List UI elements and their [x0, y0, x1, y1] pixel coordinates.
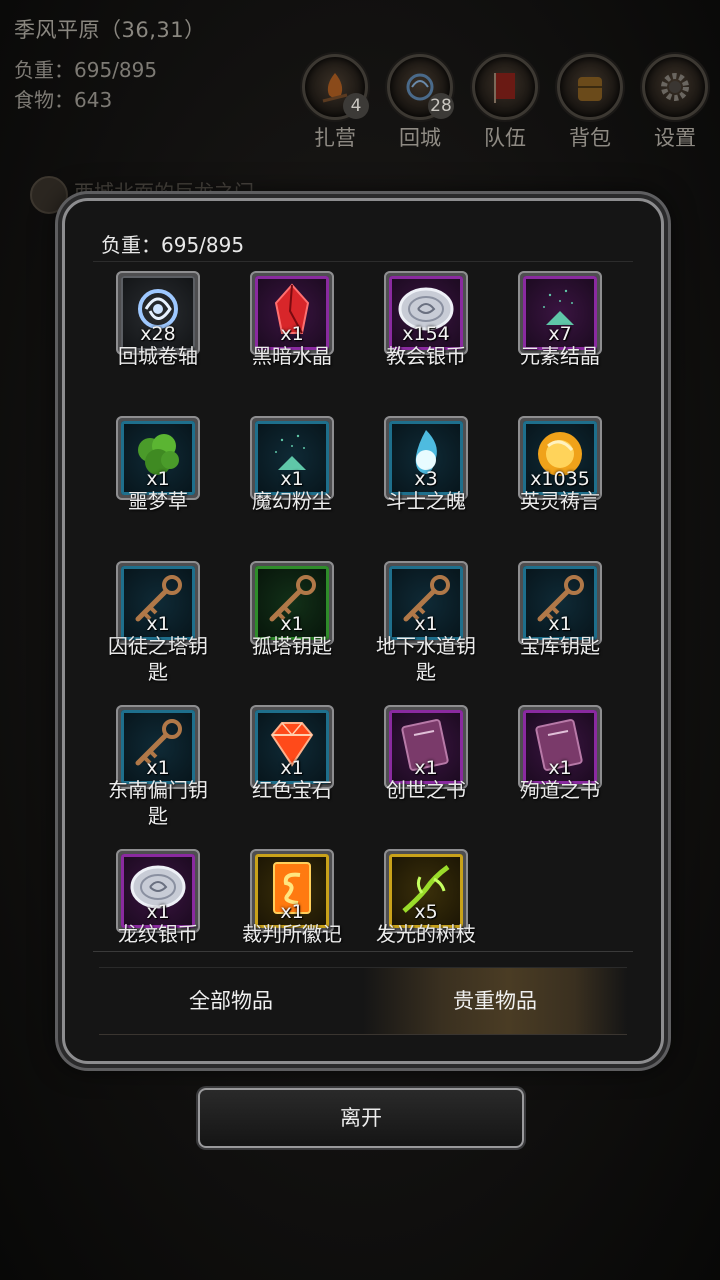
- hud-button-2[interactable]: 队伍: [472, 54, 538, 150]
- quest-icon: [30, 176, 68, 214]
- item-name: 红色宝石: [252, 778, 332, 802]
- game-screen: 季风平原（36,31） 负重：695/895 食物：643 4 扎营 28 回城 队伍 背…: [0, 0, 720, 1280]
- tab-all-items[interactable]: 全部物品: [99, 968, 363, 1034]
- item-name: 元素结晶: [520, 344, 600, 368]
- backpack-icon: [557, 54, 623, 120]
- item-name: 囚徒之塔钥匙: [108, 634, 208, 684]
- count-badge: 28: [428, 93, 454, 119]
- item-count: x1: [548, 757, 572, 779]
- item-name: 英灵祷言: [520, 489, 600, 513]
- divider: [93, 261, 633, 262]
- inventory-item[interactable]: x1 噩梦草: [93, 416, 223, 556]
- inventory-item[interactable]: x1 宝库钥匙: [495, 561, 625, 701]
- gear-icon: [642, 54, 708, 120]
- item-count: x1: [280, 757, 304, 779]
- inventory-item[interactable]: x1 黑暗水晶: [227, 271, 357, 411]
- inventory-item[interactable]: x1 魔幻粉尘: [227, 416, 357, 556]
- hud-button-1[interactable]: 28 回城: [387, 54, 454, 150]
- item-count: x1: [280, 901, 304, 923]
- item-count: x3: [414, 468, 438, 490]
- leave-button[interactable]: 离开: [198, 1088, 524, 1148]
- item-name: 回城卷轴: [118, 344, 198, 368]
- inventory-item[interactable]: x1 囚徒之塔钥匙: [93, 561, 223, 701]
- item-name: 东南偏门钥匙: [108, 778, 208, 828]
- hud-button-label: 扎营: [314, 126, 356, 150]
- inventory-item[interactable]: x1 殉道之书: [495, 705, 625, 845]
- inventory-item[interactable]: x1 孤塔钥匙: [227, 561, 357, 701]
- hud-button-4[interactable]: 设置: [642, 54, 708, 150]
- divider: [93, 951, 633, 952]
- inventory-item[interactable]: x3 斗士之魄: [361, 416, 491, 556]
- item-count: x5: [414, 901, 438, 923]
- item-name: 斗士之魄: [386, 489, 466, 513]
- team-banner-icon: [472, 54, 538, 120]
- item-count: x1: [280, 323, 304, 345]
- item-count: x154: [402, 323, 450, 345]
- inventory-item[interactable]: x154 教会银币: [361, 271, 491, 411]
- hud-button-label: 设置: [654, 126, 696, 150]
- item-count: x1: [548, 613, 572, 635]
- item-grid[interactable]: x28 回城卷轴 x1 黑暗水晶 x154 教会银币 x7 元素结晶 x1 噩梦草 x1 魔幻粉尘 x3…: [93, 271, 633, 943]
- item-name: 发光的树枝: [376, 922, 476, 943]
- item-name: 龙纹银币: [118, 922, 198, 943]
- inventory-item[interactable]: x1035 英灵祷言: [495, 416, 625, 556]
- item-count: x1: [146, 468, 170, 490]
- inventory-item[interactable]: x1 裁判所徽记: [227, 849, 357, 943]
- modal-weight-label: 负重：695/895: [101, 233, 245, 257]
- item-count: x1: [280, 613, 304, 635]
- item-count: x1: [280, 468, 304, 490]
- inventory-item[interactable]: x1 地下水道钥匙: [361, 561, 491, 701]
- item-name: 裁判所徽记: [242, 922, 342, 943]
- inventory-item[interactable]: x7 元素结晶: [495, 271, 625, 411]
- item-name: 噩梦草: [128, 489, 188, 513]
- inventory-tabs: 全部物品 贵重物品: [99, 967, 627, 1035]
- item-name: 殉道之书: [520, 778, 600, 802]
- food-stat: 食物：643: [14, 88, 113, 112]
- item-count: x1035: [530, 468, 590, 490]
- item-count: x1: [146, 757, 170, 779]
- load-stat: 负重：695/895: [14, 58, 158, 82]
- hud-button-label: 队伍: [484, 126, 526, 150]
- hud-button-label: 背包: [569, 126, 611, 150]
- inventory-item[interactable]: x1 东南偏门钥匙: [93, 705, 223, 845]
- item-name: 魔幻粉尘: [252, 489, 332, 513]
- hud-button-0[interactable]: 4 扎营: [302, 54, 369, 150]
- item-name: 地下水道钥匙: [376, 634, 476, 684]
- inventory-modal: 负重：695/895 x28 回城卷轴 x1 黑暗水晶 x154 教会银币 x7 元素结晶 x1…: [62, 198, 664, 1064]
- item-name: 宝库钥匙: [520, 634, 600, 658]
- item-name: 黑暗水晶: [252, 344, 332, 368]
- location-label: 季风平原（36,31）: [14, 18, 206, 42]
- inventory-item[interactable]: x5 发光的树枝: [361, 849, 491, 943]
- item-name: 孤塔钥匙: [252, 634, 332, 658]
- item-name: 创世之书: [386, 778, 466, 802]
- item-count: x1: [146, 901, 170, 923]
- inventory-item[interactable]: x1 创世之书: [361, 705, 491, 845]
- item-count: x1: [146, 613, 170, 635]
- inventory-item[interactable]: x28 回城卷轴: [93, 271, 223, 411]
- inventory-item[interactable]: x1 龙纹银币: [93, 849, 223, 943]
- item-count: x28: [140, 323, 176, 345]
- portal-icon: 28: [387, 54, 454, 120]
- item-count: x1: [414, 613, 438, 635]
- hud-button-label: 回城: [399, 126, 441, 150]
- item-count: x7: [548, 323, 572, 345]
- count-badge: 4: [343, 93, 369, 119]
- inventory-item[interactable]: x1 红色宝石: [227, 705, 357, 845]
- tab-valuable-items[interactable]: 贵重物品: [363, 968, 627, 1034]
- campfire-icon: 4: [302, 54, 369, 120]
- item-count: x1: [414, 757, 438, 779]
- hud-button-3[interactable]: 背包: [557, 54, 623, 150]
- item-name: 教会银币: [386, 344, 466, 368]
